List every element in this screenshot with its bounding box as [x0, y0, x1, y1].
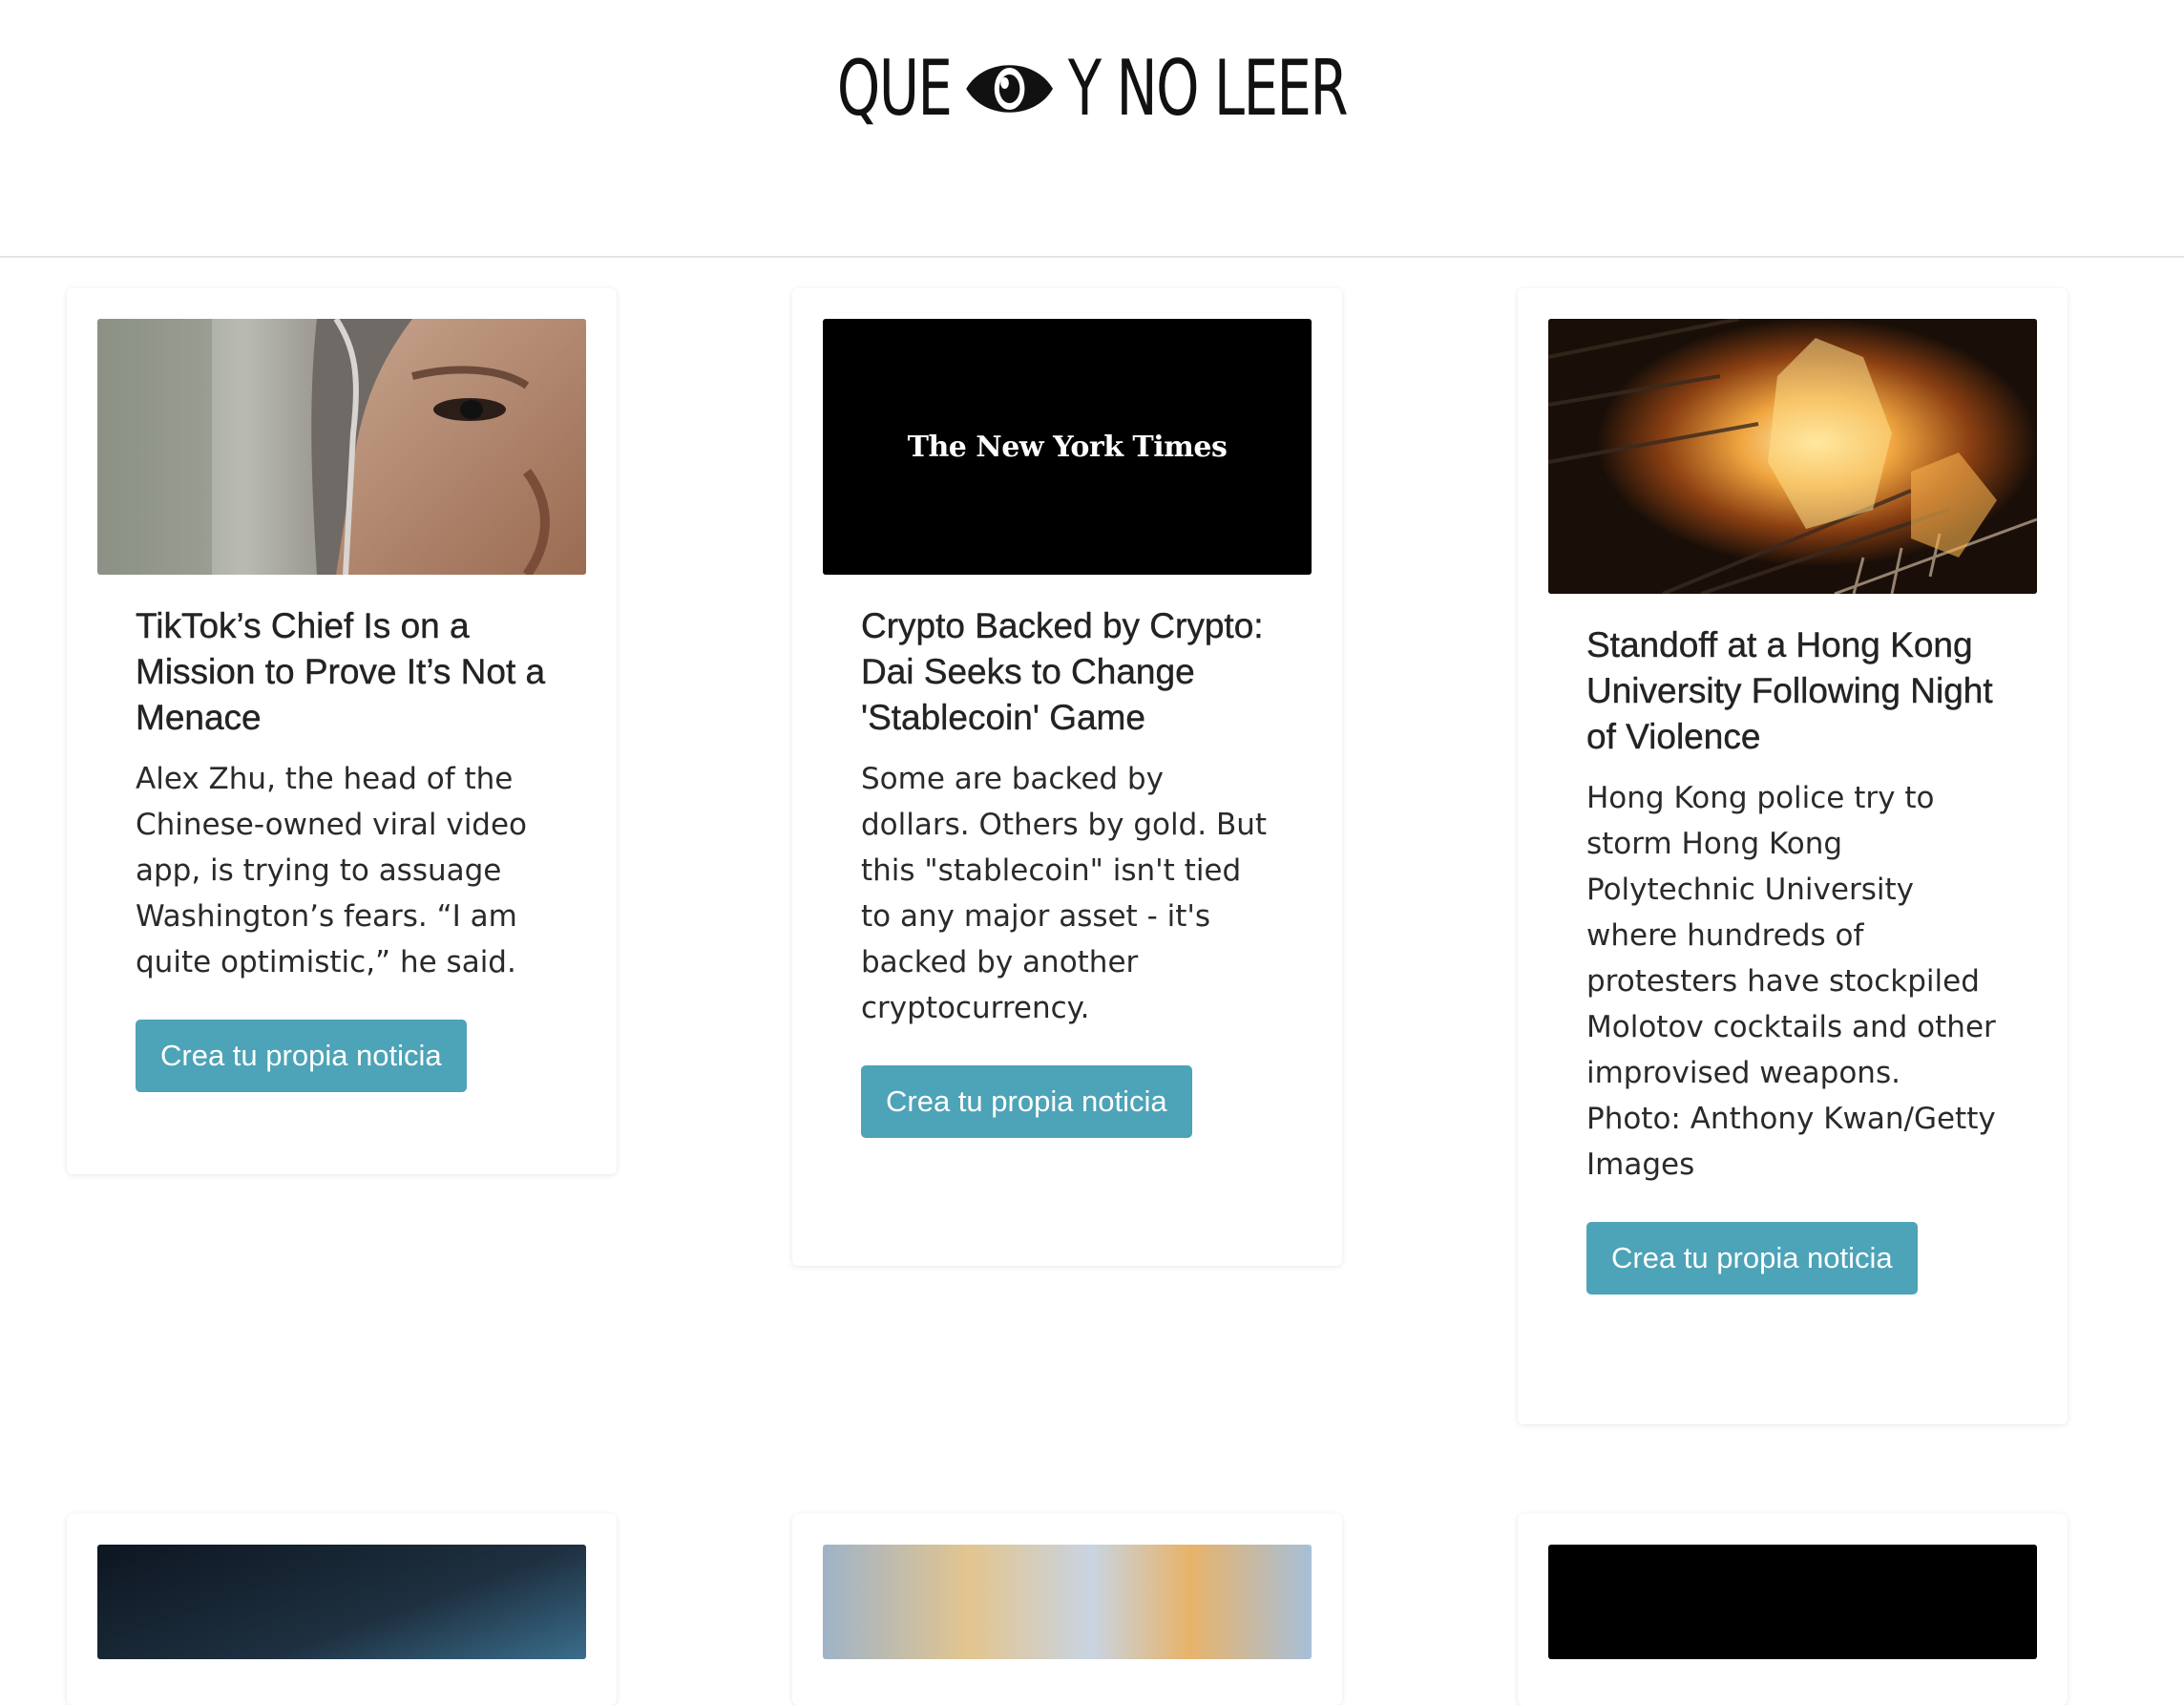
site-header: QUE Y NO LEER — [0, 0, 2184, 258]
news-card — [792, 1514, 1342, 1705]
card-image-nyt[interactable]: The New York Times — [823, 319, 1312, 575]
news-card — [1518, 1514, 2068, 1705]
card-title[interactable]: TikTok’s Chief Is on a Mission to Prove … — [136, 603, 548, 741]
card-image[interactable] — [1548, 1545, 2037, 1659]
card-description: Some are backed by dollars. Others by go… — [861, 762, 1268, 1025]
card-title[interactable]: Standoff at a Hong Kong University Follo… — [1586, 622, 1999, 760]
card-image[interactable] — [823, 1545, 1312, 1659]
card-title[interactable]: Crypto Backed by Crypto: Dai Seeks to Ch… — [861, 603, 1273, 741]
card-description: Alex Zhu, the head of the Chinese-owned … — [136, 762, 528, 979]
news-card: TikTok’s Chief Is on a Mission to Prove … — [67, 288, 617, 1174]
news-card: The New York Times Crypto Backed by Cryp… — [792, 288, 1342, 1266]
card-image-portrait[interactable] — [97, 319, 586, 575]
create-news-button[interactable]: Crea tu propia noticia — [136, 1020, 467, 1092]
create-news-button[interactable]: Crea tu propia noticia — [1586, 1222, 1918, 1295]
create-news-button[interactable]: Crea tu propia noticia — [861, 1065, 1192, 1138]
news-card: Standoff at a Hong Kong University Follo… — [1518, 288, 2068, 1424]
logo-text-right: Y NO LEER — [1067, 44, 1349, 133]
news-card — [67, 1514, 617, 1705]
card-description: Hong Kong police try to storm Hong Kong … — [1586, 781, 1996, 1182]
site-logo[interactable]: QUE Y NO LEER — [305, 44, 1878, 133]
nyt-logo-text: The New York Times — [907, 430, 1228, 464]
card-image-fire[interactable] — [1548, 319, 2037, 594]
card-image[interactable] — [97, 1545, 586, 1659]
eye-icon — [963, 57, 1055, 120]
logo-text-left: QUE — [836, 44, 953, 133]
